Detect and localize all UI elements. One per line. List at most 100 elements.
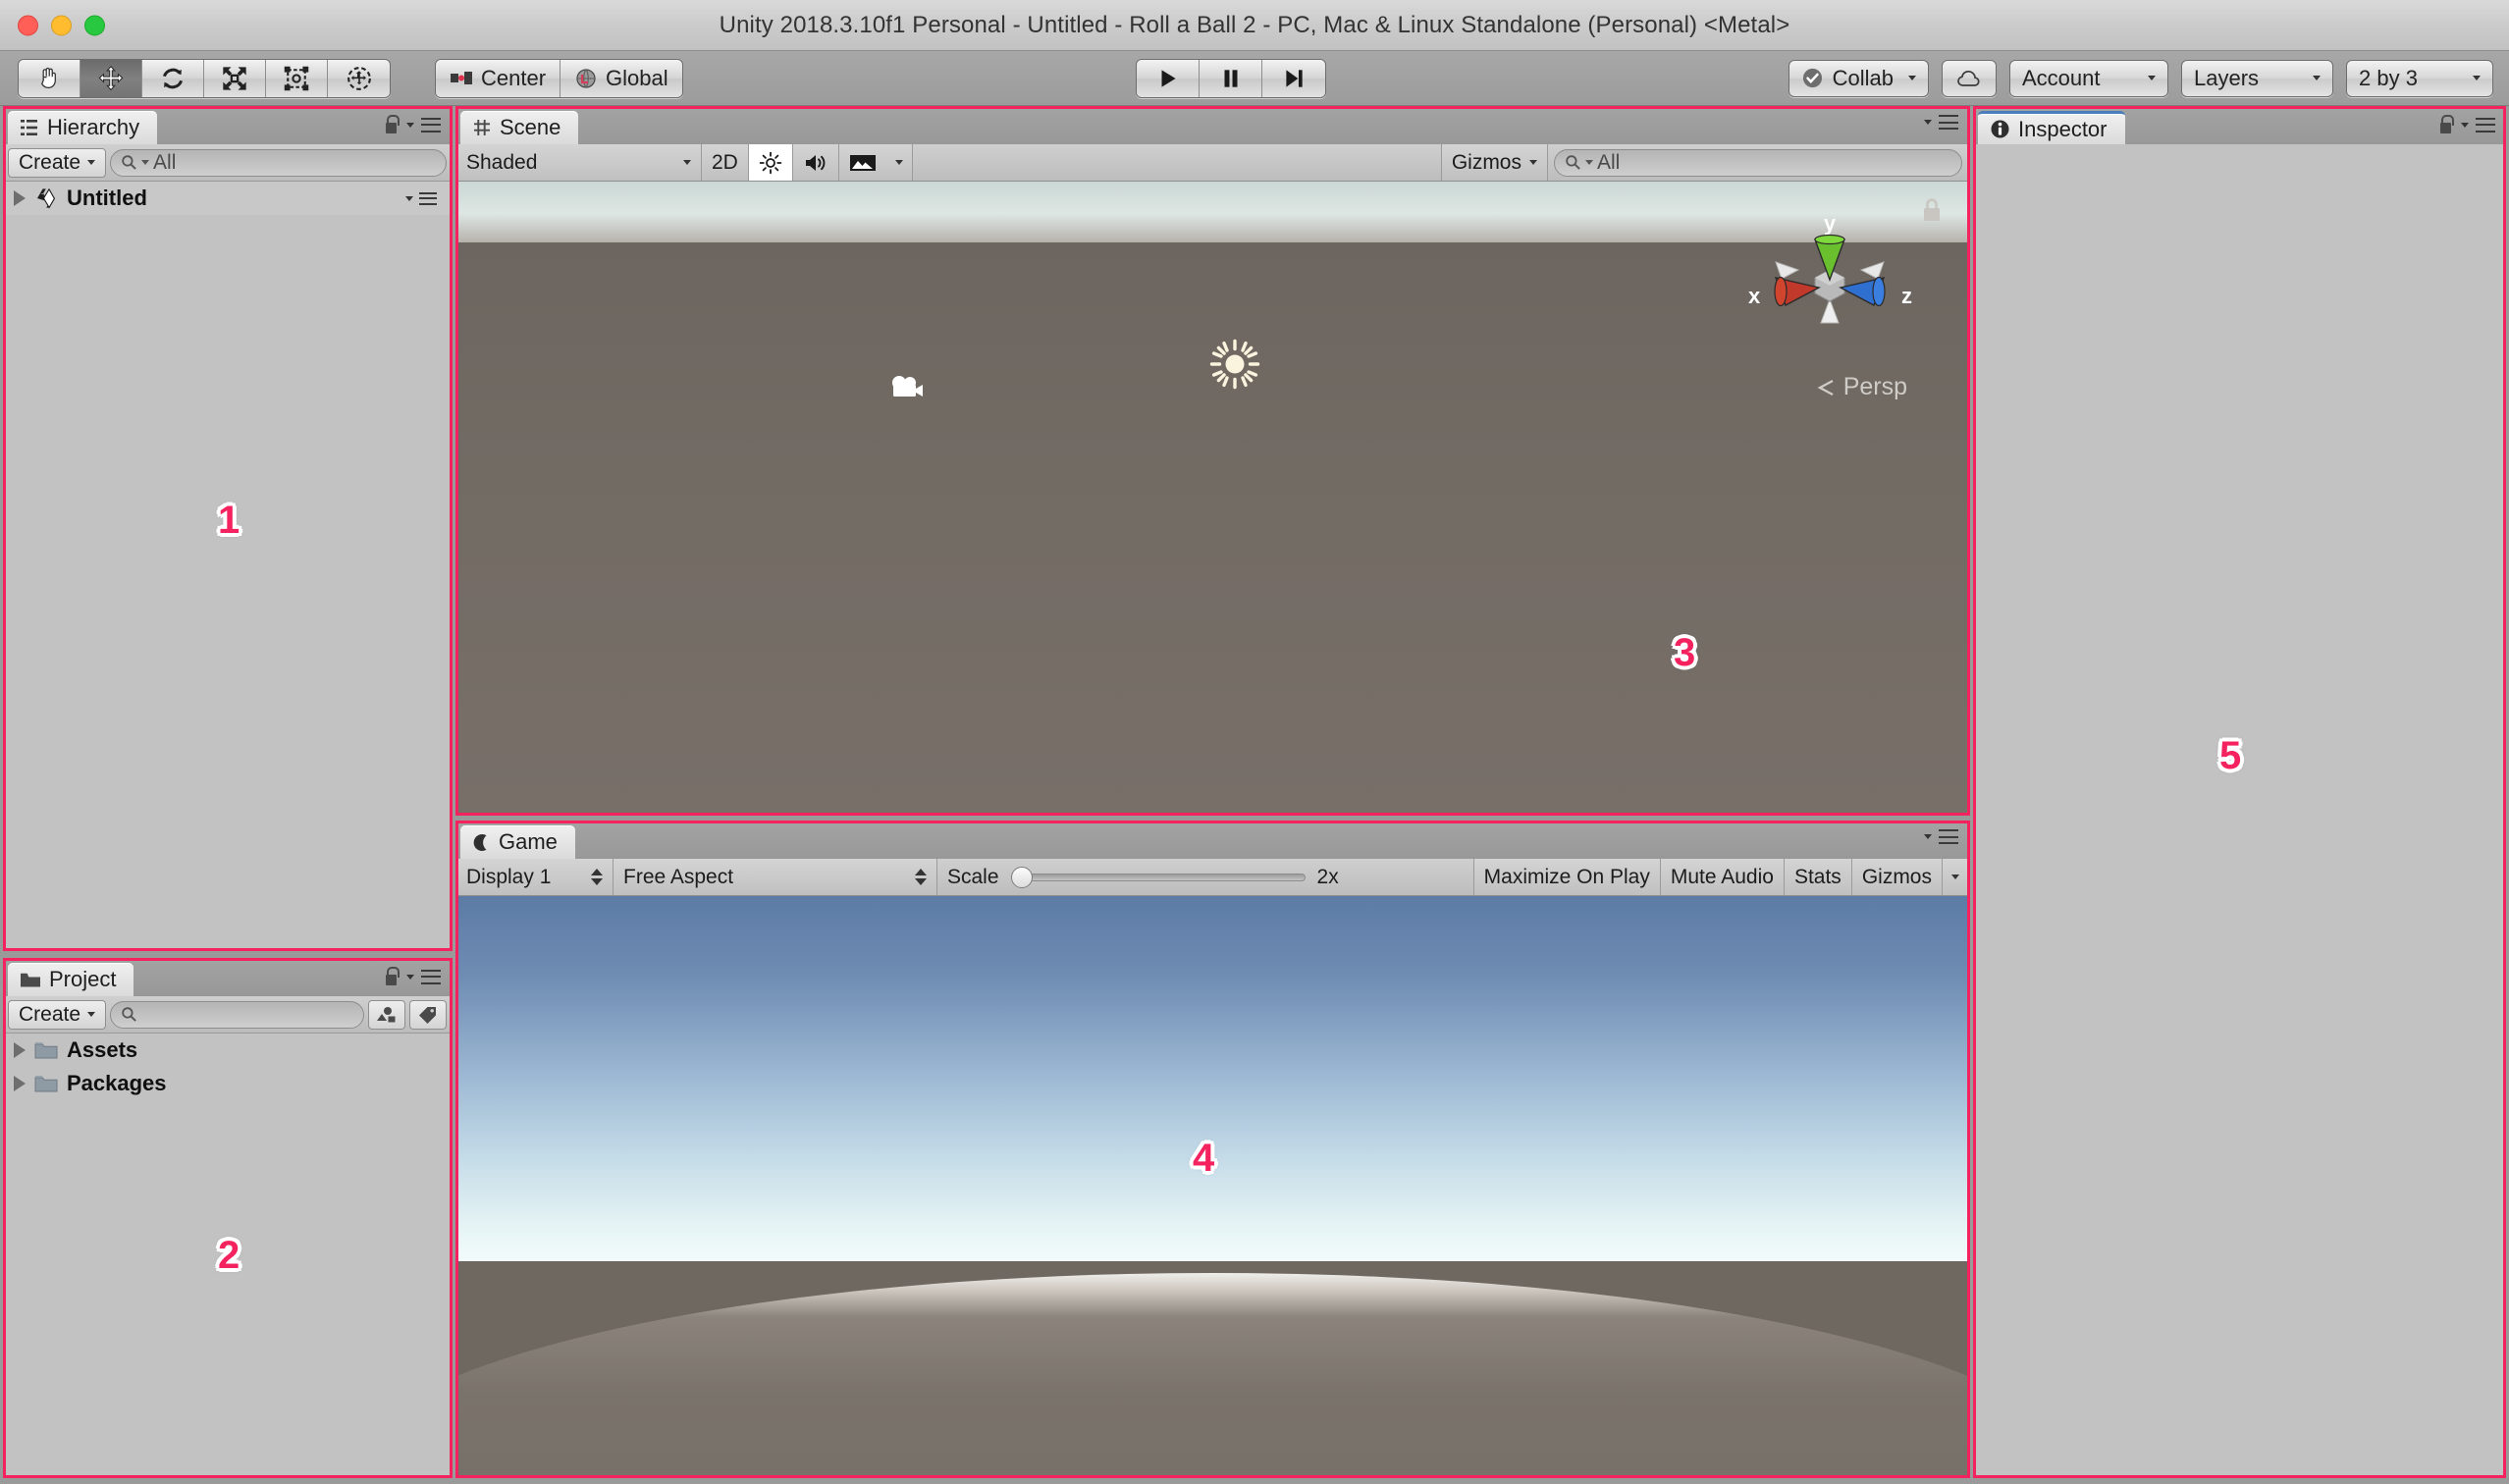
lighting-icon <box>759 151 782 174</box>
tab-scene[interactable]: Scene <box>460 111 579 144</box>
hierarchy-tab-icons[interactable] <box>383 115 441 134</box>
game-gizmos-toggle[interactable]: Gizmos <box>1851 859 1943 895</box>
project-label-filter-button[interactable] <box>409 999 447 1030</box>
scene-projection-toggle[interactable]: Persp <box>1814 373 1907 401</box>
inspector-tab-icons[interactable] <box>2437 115 2495 134</box>
rotate-tool-button[interactable] <box>142 59 204 97</box>
slider-handle[interactable] <box>1010 866 1033 888</box>
game-stats-toggle[interactable]: Stats <box>1784 859 1852 895</box>
game-tab-icons[interactable] <box>1924 829 1958 844</box>
playback-controls[interactable] <box>1136 58 1326 98</box>
game-scale-control[interactable]: Scale 2x <box>937 859 1473 895</box>
game-icon <box>473 833 487 851</box>
layers-button[interactable]: Layers <box>2181 59 2333 97</box>
layout-button[interactable]: 2 by 3 <box>2346 59 2493 97</box>
scene-viewport[interactable]: y x z Persp 3 <box>456 182 1968 813</box>
expand-arrow-icon[interactable] <box>14 1076 26 1091</box>
project-item-packages[interactable]: Packages <box>4 1067 451 1100</box>
hierarchy-search-input[interactable]: All <box>110 148 447 177</box>
scale-tool-button[interactable] <box>204 59 266 97</box>
chevron-down-icon[interactable] <box>1924 834 1932 839</box>
play-icon <box>1161 69 1176 87</box>
window-controls[interactable] <box>18 15 105 35</box>
scene-search-input[interactable]: All <box>1554 148 1962 177</box>
rotation-mode-button[interactable]: Global <box>561 59 682 97</box>
cloud-button[interactable] <box>1942 59 1997 97</box>
transform-tool-button[interactable] <box>328 59 390 97</box>
chevron-down-icon[interactable] <box>405 195 413 201</box>
pause-button[interactable] <box>1200 59 1262 97</box>
project-create-button[interactable]: Create <box>8 999 107 1030</box>
chevron-down-icon <box>141 160 150 165</box>
zoom-button[interactable] <box>84 15 105 35</box>
panel-menu-icon[interactable] <box>1939 829 1958 844</box>
expand-arrow-icon[interactable] <box>14 1042 26 1058</box>
play-button[interactable] <box>1137 59 1200 97</box>
game-scale-slider[interactable] <box>1010 866 1306 888</box>
hand-tool-button[interactable] <box>19 59 80 97</box>
game-aspect-dropdown[interactable]: Free Aspect <box>614 859 937 895</box>
folder-icon <box>34 1042 58 1059</box>
inspector-tabbar: Inspector <box>1974 107 2505 144</box>
game-display-label: Display 1 <box>466 865 552 888</box>
scene-lighting-toggle[interactable] <box>748 144 793 181</box>
scene-axis-gizmo[interactable]: y x z <box>1736 209 1923 356</box>
game-gizmos-dropdown[interactable] <box>1943 859 1968 895</box>
hierarchy-create-button[interactable]: Create <box>8 147 107 178</box>
account-button[interactable]: Account <box>2009 59 2168 97</box>
panel-menu-icon[interactable] <box>421 117 441 132</box>
tab-inspector[interactable]: Inspector <box>1978 111 2125 144</box>
scene-audio-toggle[interactable] <box>792 144 839 181</box>
scene-shading-dropdown[interactable]: Shaded <box>456 144 702 181</box>
transform-tool-group[interactable] <box>18 58 391 98</box>
chevron-down-icon[interactable] <box>406 122 414 128</box>
scene-gizmos-label: Gizmos <box>1451 150 1521 174</box>
scene-2d-toggle[interactable]: 2D <box>702 144 749 181</box>
project-search-input[interactable] <box>110 1000 364 1029</box>
lock-icon[interactable] <box>383 967 400 986</box>
layout-label: 2 by 3 <box>2359 65 2418 90</box>
chevron-down-icon[interactable] <box>406 974 414 980</box>
lock-icon[interactable] <box>383 115 400 134</box>
directional-light-gizmo[interactable] <box>1208 338 1261 396</box>
chevron-down-icon[interactable] <box>1924 120 1932 125</box>
tab-hierarchy[interactable]: Hierarchy <box>8 111 158 144</box>
lock-icon[interactable] <box>2437 115 2454 134</box>
collab-button[interactable]: Collab <box>1788 59 1929 97</box>
game-mute-toggle[interactable]: Mute Audio <box>1660 859 1785 895</box>
game-maximize-toggle[interactable]: Maximize On Play <box>1472 859 1661 895</box>
project-filter-type-button[interactable] <box>368 999 405 1030</box>
minimize-button[interactable] <box>51 15 72 35</box>
scene-menu-icon[interactable] <box>419 191 437 205</box>
hierarchy-scene-row[interactable]: Untitled <box>4 182 451 215</box>
project-item-assets[interactable]: Assets <box>4 1034 451 1067</box>
scale-icon <box>223 66 246 90</box>
panel-menu-icon[interactable] <box>2476 117 2495 132</box>
game-toolbar: Display 1 Free Aspect Scale 2x Maximize … <box>456 859 1968 896</box>
game-viewport[interactable]: 4 <box>456 896 1968 1475</box>
scene-tab-icons[interactable] <box>1924 115 1958 130</box>
scene-effects-dropdown[interactable] <box>885 144 913 181</box>
panel-menu-icon[interactable] <box>421 969 441 984</box>
scene-view-lock-icon[interactable] <box>1921 197 1943 228</box>
move-tool-button[interactable] <box>80 59 142 97</box>
pivot-rotation-group[interactable]: Center Global <box>435 58 683 98</box>
pivot-mode-button[interactable]: Center <box>436 59 561 97</box>
rect-tool-button[interactable] <box>266 59 328 97</box>
panel-menu-icon[interactable] <box>1939 115 1958 130</box>
step-button[interactable] <box>1262 59 1325 97</box>
chevron-down-icon <box>1585 160 1593 165</box>
game-display-dropdown[interactable]: Display 1 <box>456 859 614 895</box>
hierarchy-tabbar: Hierarchy <box>4 107 451 144</box>
tab-game[interactable]: Game <box>460 825 575 859</box>
scene-effects-toggle[interactable] <box>838 144 886 181</box>
expand-arrow-icon[interactable] <box>14 190 26 206</box>
rotate-icon <box>162 68 184 88</box>
chevron-down-icon[interactable] <box>2461 122 2469 128</box>
project-tab-icons[interactable] <box>383 967 441 986</box>
tag-icon <box>419 1006 436 1024</box>
camera-gizmo[interactable] <box>888 373 928 407</box>
tab-project[interactable]: Project <box>8 963 134 996</box>
scene-gizmos-dropdown[interactable]: Gizmos <box>1440 144 1548 181</box>
close-button[interactable] <box>18 15 38 35</box>
